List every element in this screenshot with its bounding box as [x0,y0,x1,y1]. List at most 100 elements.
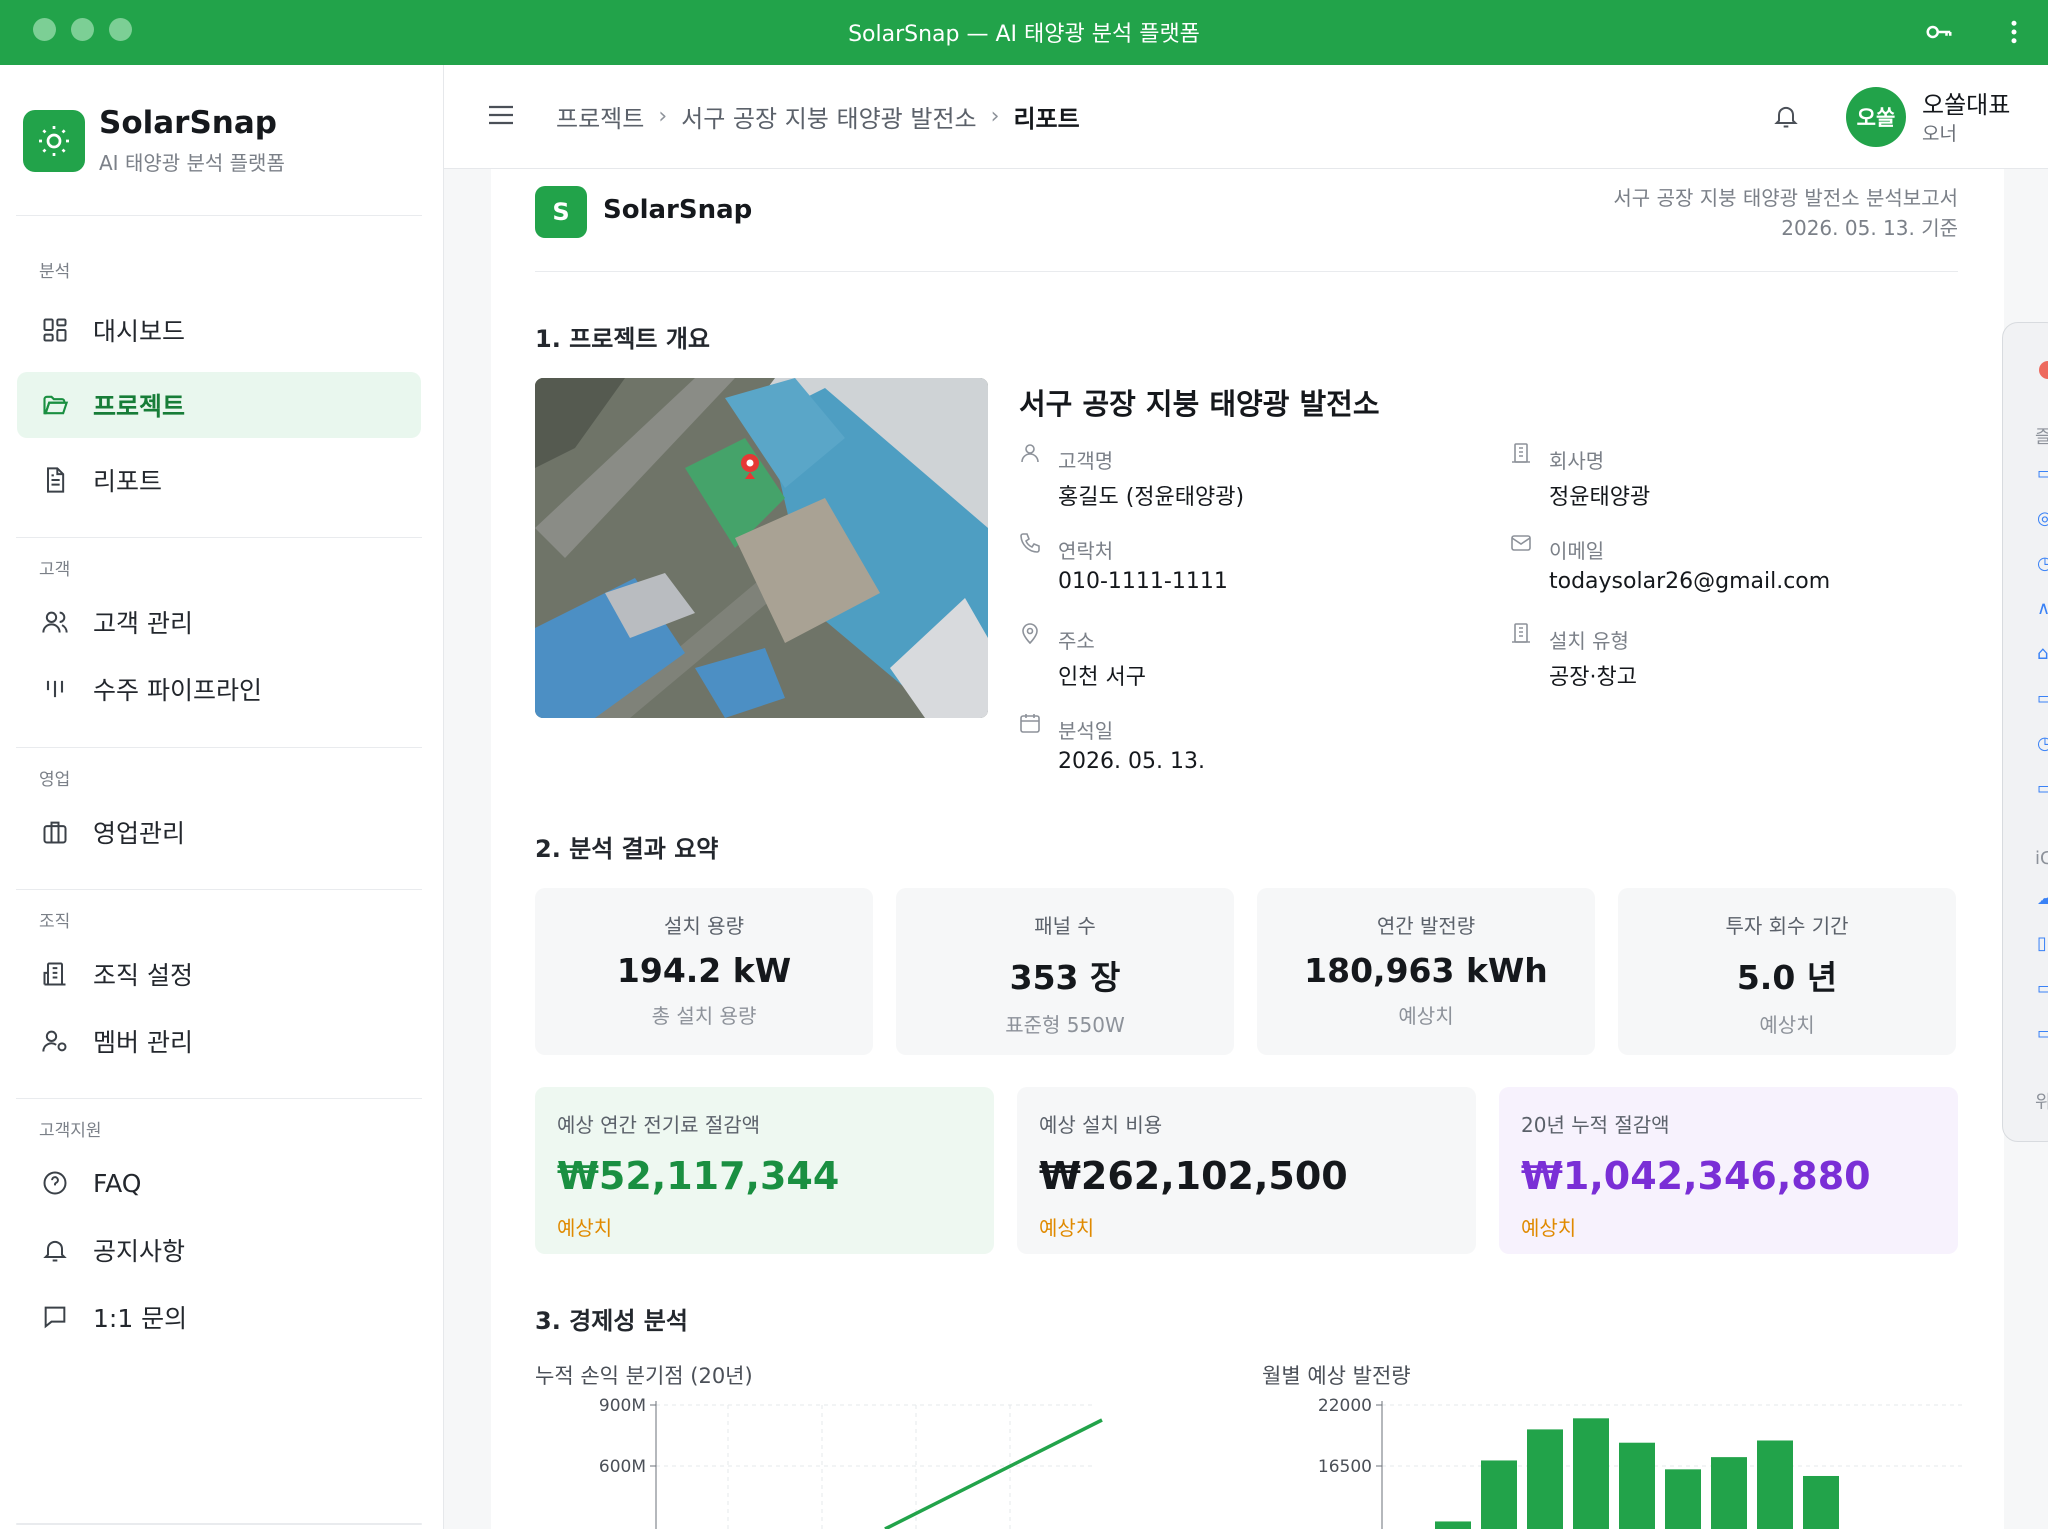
chevron-right-icon: › [658,104,668,129]
divider [16,215,422,216]
section-label-sales: 영업 [39,770,71,790]
sidebar-item-org-settings[interactable]: 조직 설정 [17,941,421,1007]
monthly-bar-chart: 22000 16500 [1318,1396,1962,1529]
sidebar-item-pipeline[interactable]: 수주 파이프라인 [17,656,421,722]
stat-card: 패널 수 353 장 표준형 550W [896,888,1234,1055]
divider [16,537,422,538]
stat-card: 연간 발전량 180,963 kWh 예상치 [1257,888,1595,1055]
chart-title-monthly: 월별 예상 발전량 [1262,1364,1411,1388]
report-meta: 서구 공장 지붕 태양광 발전소 분석보고서 2026. 05. 13. 기준 [1613,183,1958,243]
money-value: ₩52,117,344 [557,1154,840,1198]
chart-title-breakeven: 누적 손익 분기점 (20년) [535,1364,753,1388]
clock-icon[interactable]: ◷ [2037,553,2048,575]
sidebar-item-members[interactable]: 멤버 관리 [17,1008,421,1074]
info-label: 이메일 [1549,539,1605,563]
panel-text: iC [2035,848,2048,869]
divider [16,747,422,748]
stat-sub: 예상치 [1398,1004,1454,1028]
section-label-customer: 고객 [39,560,71,580]
document-icon[interactable]: ▯ [2037,933,2048,955]
folder-icon[interactable]: ▭ [2037,463,2048,485]
report-date: 2026. 05. 13. 기준 [1781,216,1958,240]
section-label-analysis: 분석 [39,262,71,282]
mail-icon [1509,531,1533,559]
bar [1435,1521,1471,1529]
breadcrumb-projects[interactable]: 프로젝트 [556,99,644,134]
app-icon[interactable]: ∧ [2037,598,2048,620]
money-value: ₩262,102,500 [1039,1154,1348,1198]
sidebar-item-projects[interactable]: 프로젝트 [17,372,421,438]
sidebar-item-reports[interactable]: 리포트 [17,447,421,513]
info-value: 홍길도 (정윤태양광) [1058,485,1245,510]
report-brand: SolarSnap [603,195,753,225]
sidebar-item-label: 공지사항 [93,1237,186,1266]
sidebar-item-customers[interactable]: 고객 관리 [17,589,421,655]
sidebar-item-inquiry[interactable]: 1:1 문의 [17,1284,421,1350]
signal-icon[interactable]: ◎ [2037,508,2048,530]
panel-text: 즐 [2035,423,2048,449]
section-title-overview: 1. 프로젝트 개요 [535,325,711,353]
stat-label: 패널 수 [1034,914,1096,938]
project-name: 서구 공장 지붕 태양광 발전소 [1019,387,1380,421]
y-tick-label: 600M [599,1457,646,1477]
sidebar-item-label: 대시보드 [93,317,186,346]
desktop-icon[interactable]: ▭ [2037,688,2048,710]
y-tick-label: 900M [599,1396,646,1416]
breakeven-line-chart: 900M 600M [599,1396,1103,1529]
money-value: ₩1,042,346,880 [1521,1154,1871,1198]
key-icon[interactable] [1924,17,1954,51]
building-icon [1509,441,1533,469]
download-icon[interactable]: ◷ [2037,733,2048,755]
info-label: 분석일 [1058,719,1114,743]
money-label: 예상 연간 전기료 절감액 [557,1113,761,1137]
bar [1711,1457,1747,1529]
close-dot[interactable] [2039,361,2048,379]
menu-icon[interactable] [488,103,514,131]
side-panel-peek[interactable]: 즐 ▭ ◎ ◷ ∧ ⌂ ▭ ◷ ▭ iC ☁ ▯ ▭ ▭ 위 [2002,322,2048,1142]
avatar[interactable]: 오쏠 [1846,87,1906,147]
phone-icon [1018,531,1042,559]
stat-sub: 총 설치 용량 [651,1004,757,1028]
divider [16,1098,422,1099]
window-title: SolarSnap — AI 태양광 분석 플랫폼 [848,22,1200,47]
bar [1573,1418,1609,1529]
cloud-icon[interactable]: ☁ [2037,888,2048,910]
notification-bell-icon[interactable] [1772,101,1800,135]
folder-open-icon [39,389,71,421]
section-label-org: 조직 [39,912,71,932]
folder-icon[interactable]: ▭ [2037,778,2048,800]
divider [16,889,422,890]
report-logo: S [535,186,587,238]
section-label-support: 고객지원 [39,1121,102,1141]
breadcrumb-project[interactable]: 서구 공장 지붕 태양광 발전소 [681,99,976,134]
panel-text: 위 [2035,1088,2048,1114]
sun-icon [39,126,69,156]
sidebar-item-notices[interactable]: 공지사항 [17,1217,421,1283]
stat-sub: 예상치 [1759,1013,1815,1037]
sidebar-footer-edge [16,1523,422,1525]
section-title-summary: 2. 분석 결과 요약 [535,835,719,863]
sidebar-item-dashboard[interactable]: 대시보드 [17,297,421,363]
sidebar-item-label: 1:1 문의 [93,1304,188,1333]
stat-card: 설치 용량 194.2 kW 총 설치 용량 [535,888,873,1055]
brand-logo[interactable] [23,110,85,172]
info-label: 고객명 [1058,449,1114,473]
stat-label: 설치 용량 [664,914,744,938]
message-square-icon [39,1301,71,1333]
stat-value: 353 장 [1009,958,1121,997]
info-value: 2026. 05. 13. [1058,749,1205,774]
y-tick-label: 16500 [1318,1457,1372,1477]
sidebar-item-label: FAQ [93,1168,142,1198]
desktop-icon[interactable]: ▭ [2037,978,2048,1000]
info-value: 정윤태양광 [1549,485,1651,510]
sidebar-item-faq[interactable]: FAQ [17,1150,421,1216]
sidebar-item-label: 수주 파이프라인 [93,676,262,705]
more-vertical-icon[interactable] [2004,17,2024,51]
stat-value: 180,963 kWh [1304,951,1548,990]
home-icon[interactable]: ⌂ [2037,643,2048,665]
sidebar-item-label: 영업관리 [93,819,186,848]
info-value: 공장·창고 [1549,665,1637,690]
folder-icon[interactable]: ▭ [2037,1023,2048,1045]
sidebar-item-label: 조직 설정 [93,961,193,990]
sidebar-item-sales[interactable]: 영업관리 [17,799,421,865]
